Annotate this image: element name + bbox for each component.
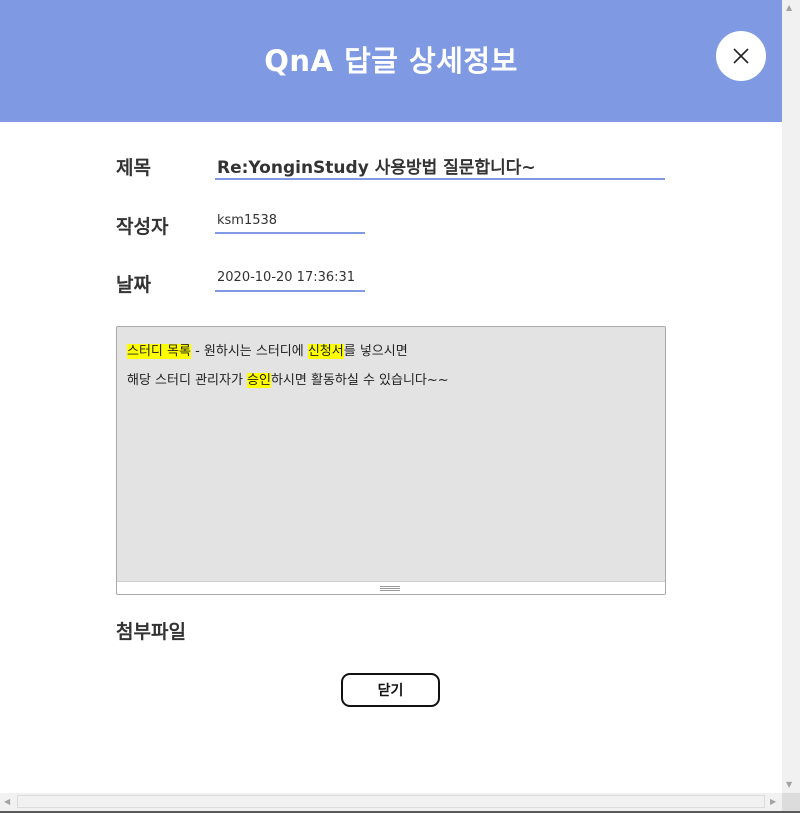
content-text-segment: 를 넣으시면 xyxy=(343,344,408,359)
title-label: 제목 xyxy=(116,157,151,179)
content-line-1: 스터디 목록 - 원하시는 스터디에 신청서를 넣으시면 xyxy=(127,337,449,366)
content-text-segment: 하시면 활동하실 수 있습니다~~ xyxy=(270,373,449,388)
scroll-up-icon[interactable]: ▲ xyxy=(786,3,792,12)
close-icon xyxy=(733,48,749,64)
highlight-text: 신청서 xyxy=(307,344,344,359)
dialog-title: QnA 답글 상세정보 xyxy=(264,44,518,78)
date-label: 날짜 xyxy=(116,274,151,296)
date-field: 2020-10-20 17:36:31 xyxy=(215,270,365,292)
scroll-down-icon[interactable]: ▼ xyxy=(786,780,792,789)
highlight-text: 스터디 목록 xyxy=(127,344,191,359)
horizontal-scrollbar[interactable]: ◀ ▶ xyxy=(0,793,782,811)
highlight-text: 승인 xyxy=(247,373,271,388)
scroll-left-icon[interactable]: ◀ xyxy=(4,797,10,806)
content-text: 스터디 목록 - 원하시는 스터디에 신청서를 넣으시면 해당 스터디 관리자가… xyxy=(127,337,449,395)
attachment-label: 첨부파일 xyxy=(116,621,186,643)
close-dialog-button[interactable] xyxy=(716,31,766,81)
content-textarea[interactable]: 스터디 목록 - 원하시는 스터디에 신청서를 넣으시면 해당 스터디 관리자가… xyxy=(116,326,666,595)
close-button[interactable]: 닫기 xyxy=(341,673,440,707)
resize-grip-icon[interactable] xyxy=(380,586,400,591)
title-field: Re:YonginStudy 사용방법 질문합니다~ xyxy=(215,153,665,180)
dialog-header: QnA 답글 상세정보 xyxy=(0,0,782,122)
scroll-right-icon[interactable]: ▶ xyxy=(770,797,776,806)
author-label: 작성자 xyxy=(116,216,169,238)
scrollbar-corner xyxy=(782,793,800,813)
textarea-resize-bar[interactable] xyxy=(117,581,665,594)
horizontal-scroll-thumb[interactable] xyxy=(17,795,765,808)
content-line-2: 해당 스터디 관리자가 승인하시면 활동하실 수 있습니다~~ xyxy=(127,366,449,395)
author-field: ksm1538 xyxy=(215,213,365,234)
vertical-scrollbar[interactable]: ▲ ▼ xyxy=(782,0,800,793)
content-text-segment: - 원하시는 스터디에 xyxy=(190,344,308,359)
content-text-segment: 해당 스터디 관리자가 xyxy=(127,373,248,388)
